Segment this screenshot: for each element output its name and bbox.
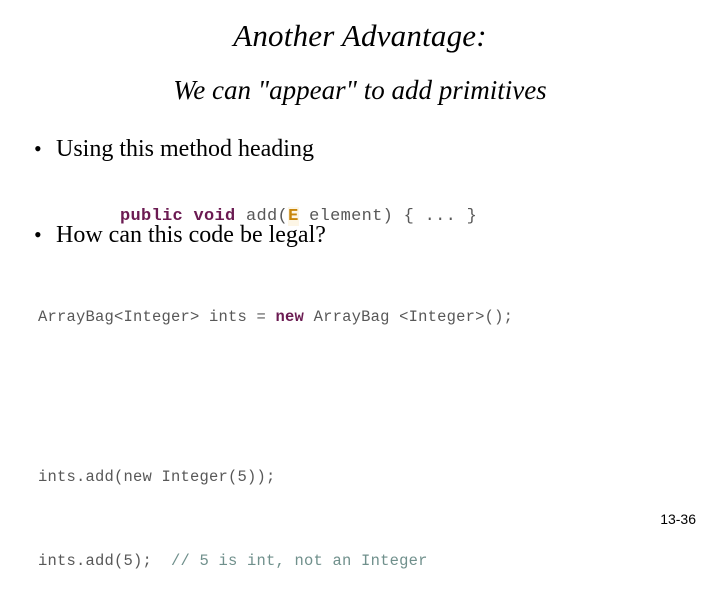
code-inline-comment: // 5 is int, not an Integer xyxy=(171,552,428,570)
code-add-int-statement: ints.add(5); xyxy=(38,552,172,570)
bullet-item-1-label: Using this method heading xyxy=(56,136,314,162)
bullet-item-2: • How can this code be legal? xyxy=(28,220,688,250)
slide-title: Another Advantage: xyxy=(233,18,487,53)
code-example-block: ArrayBag<Integer> ints = new ArrayBag <I… xyxy=(38,265,513,614)
code-keyword-new: new xyxy=(275,308,305,326)
code-declaration-prefix: ArrayBag<Integer> ints = xyxy=(38,308,276,326)
slide-subtitle: We can "appear" to add primitives xyxy=(173,75,547,105)
code-line-add-int: ints.add(5); // 5 is int, not an Integer xyxy=(38,551,513,572)
code-line-declaration: ArrayBag<Integer> ints = new ArrayBag <I… xyxy=(38,307,513,328)
bullet-dot-icon: • xyxy=(34,136,42,161)
slide-canvas: Another Advantage: We can "appear" to ad… xyxy=(0,0,720,570)
page-number: 13-36 xyxy=(660,511,696,527)
bullet-dot-icon: • xyxy=(34,222,42,247)
bullet-item-2-label: How can this code be legal? xyxy=(56,222,326,248)
bullet-item-1: • Using this method heading xyxy=(28,134,688,164)
code-line-add-integer: ints.add(new Integer(5)); xyxy=(38,468,276,486)
code-declaration-suffix: ArrayBag <Integer>(); xyxy=(304,308,514,326)
